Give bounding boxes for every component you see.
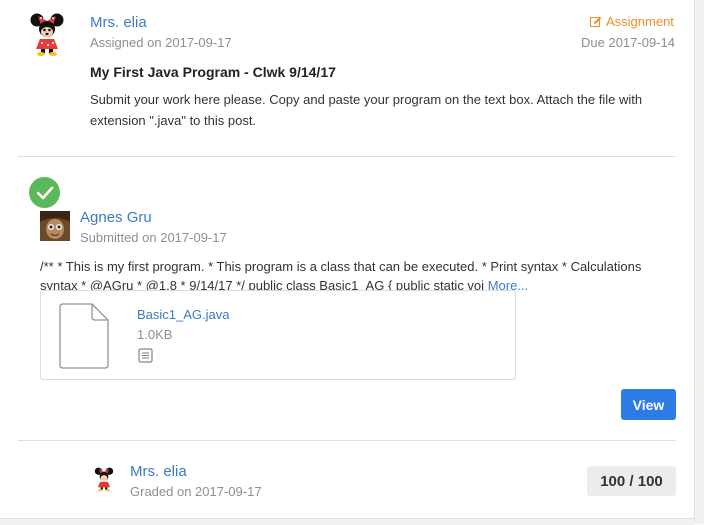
assignment-title: My First Java Program - Clwk 9/14/17 <box>90 64 336 80</box>
assignment-type-badge: Assignment <box>590 14 674 29</box>
edit-icon <box>590 16 602 27</box>
graded-date: Graded on 2017-09-17 <box>130 484 262 499</box>
submission-text-line-1: /** * This is my first program. * This p… <box>40 259 642 274</box>
section-divider <box>18 156 676 157</box>
due-date: Due 2017-09-14 <box>581 35 675 50</box>
text-preview-icon[interactable] <box>138 348 153 363</box>
document-icon <box>59 303 109 369</box>
grade-score: 100 / 100 <box>587 466 676 496</box>
view-button[interactable]: View <box>621 389 676 420</box>
assignment-instructions: Submit your work here please. Copy and p… <box>90 92 643 128</box>
attachment-file-size: 1.0KB <box>137 327 173 342</box>
grader-avatar <box>94 467 114 492</box>
section-divider <box>18 440 676 441</box>
student-name-link[interactable]: Agnes Gru <box>80 209 152 226</box>
grader-name-link[interactable]: Mrs. elia <box>130 463 187 480</box>
scrollbar-track[interactable] <box>694 0 704 524</box>
teacher-name-link[interactable]: Mrs. elia <box>90 14 147 31</box>
assigned-date: Assigned on 2017-09-17 <box>90 35 232 50</box>
submitted-date: Submitted on 2017-09-17 <box>80 230 227 245</box>
attachment-card[interactable]: Basic1_AG.java 1.0KB <box>40 290 516 380</box>
check-icon <box>36 186 54 200</box>
submission-status-badge <box>29 177 60 208</box>
assignment-type-label: Assignment <box>606 14 674 29</box>
attachment-file-name[interactable]: Basic1_AG.java <box>137 307 230 322</box>
student-avatar <box>40 211 70 241</box>
teacher-avatar <box>30 13 64 56</box>
